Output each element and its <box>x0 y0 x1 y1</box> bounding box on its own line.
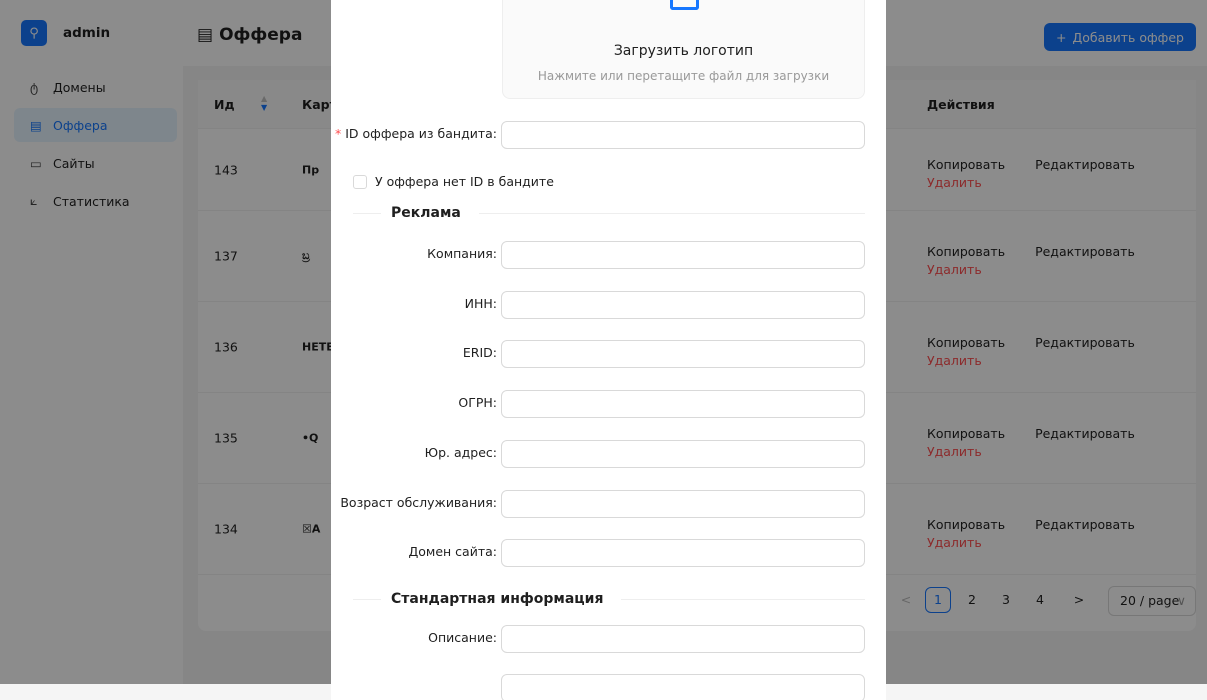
form-item: Возраст обслуживания: <box>331 489 886 518</box>
logo-upload-dragger[interactable]: Загрузить логотип Нажмите или перетащите… <box>502 0 865 99</box>
form-item: Компания: <box>331 241 886 269</box>
field-label: Возраст обслуживания: <box>340 494 497 510</box>
field-input[interactable] <box>501 625 865 653</box>
no-id-checkbox[interactable]: У оффера нет ID в бандите <box>353 174 554 189</box>
field-input[interactable] <box>501 390 865 419</box>
field-label: ERID: <box>462 345 497 361</box>
form-item: ERID: <box>331 340 886 369</box>
form-item: ИНН: <box>331 290 886 319</box>
offer-modal: Загрузить логотип Нажмите или перетащите… <box>331 0 886 700</box>
upload-title: Загрузить логотип <box>613 43 754 59</box>
field-label: Домен сайта: <box>408 544 498 560</box>
field-input[interactable] <box>501 290 865 319</box>
form-item: ОГРН: <box>331 390 886 419</box>
form-item: Домен сайта: <box>331 539 886 568</box>
field-input[interactable] <box>501 340 865 369</box>
form-item: Описание: <box>331 625 886 653</box>
section-standard-divider: Стандартная информация <box>353 591 865 607</box>
field-input[interactable] <box>501 539 865 568</box>
field-label: Описание: <box>428 630 497 645</box>
form-item-bandit-id: * ID оффера из бандита: <box>331 121 886 149</box>
field-label: ОГРН: <box>458 395 497 411</box>
field-input[interactable] <box>501 241 865 269</box>
next-field-input[interactable] <box>501 674 865 700</box>
section-ads-divider: Реклама <box>353 205 865 221</box>
upload-hint: Нажмите или перетащите файл для загрузки <box>537 69 830 83</box>
field-label: Компания: <box>427 246 497 261</box>
bandit-id-label: * ID оффера из бандита: <box>334 126 497 141</box>
form-item: Юр. адрес: <box>331 439 886 468</box>
bandit-id-input[interactable] <box>501 121 865 149</box>
field-input[interactable] <box>501 489 865 518</box>
form-item-next <box>331 674 886 700</box>
field-label: ИНН: <box>464 295 497 311</box>
field-input[interactable] <box>501 439 865 468</box>
field-label: Юр. адрес: <box>424 444 497 460</box>
upload-icon <box>670 0 699 10</box>
